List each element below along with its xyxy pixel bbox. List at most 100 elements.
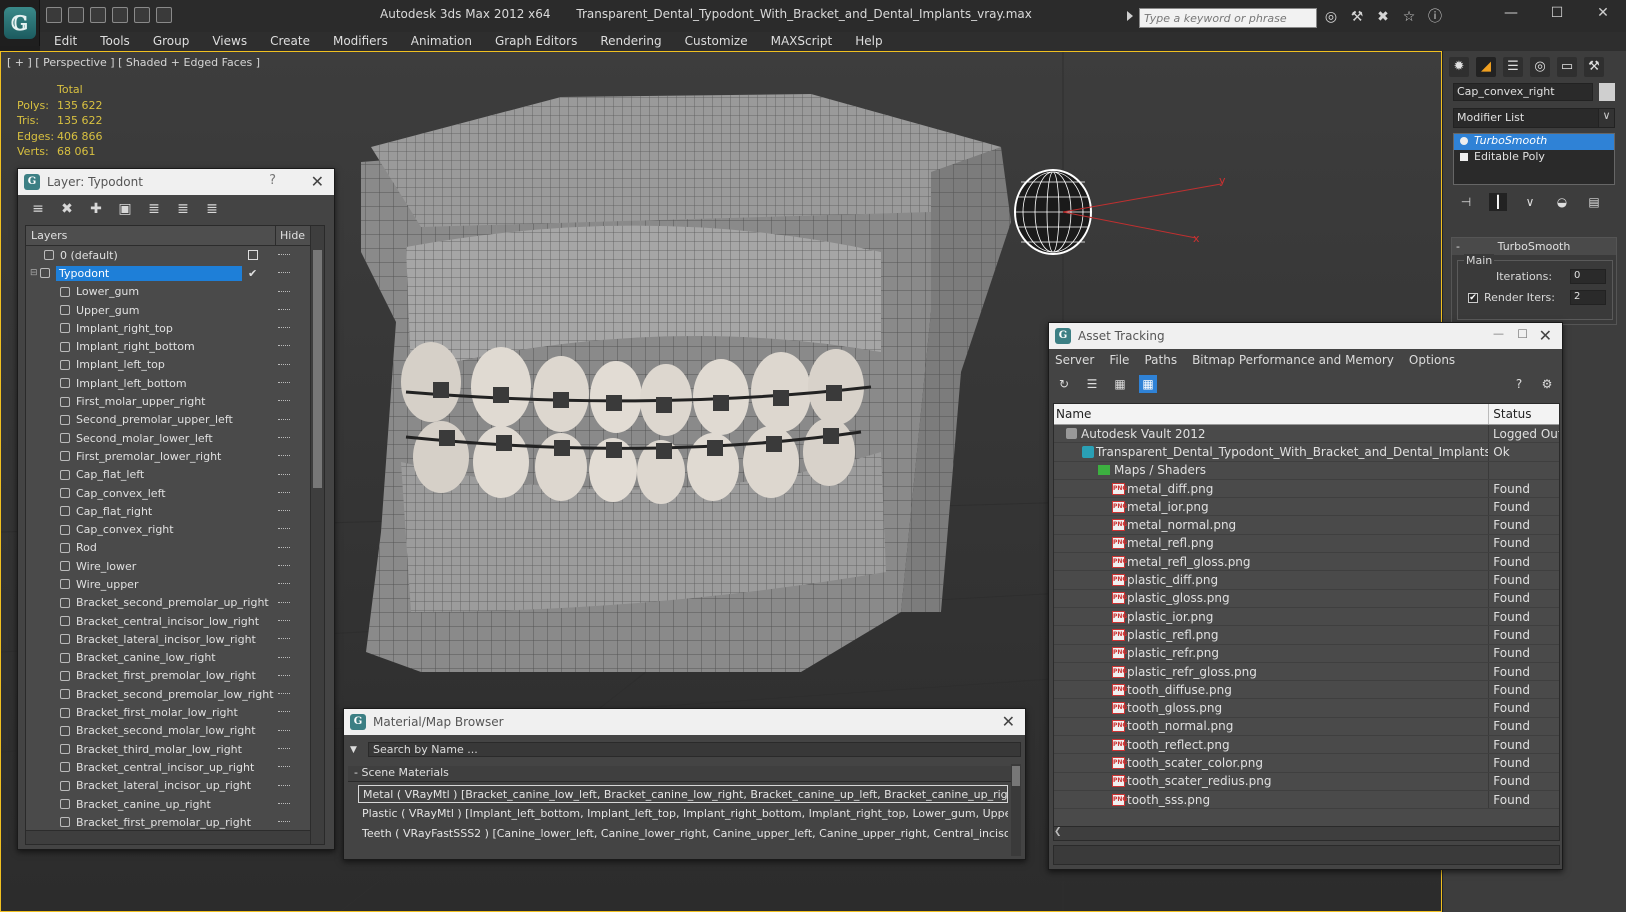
- asset-row[interactable]: PNG plastic_refl.png Found: [1054, 626, 1559, 645]
- menu-views[interactable]: Views: [212, 32, 247, 51]
- menu-customize[interactable]: Customize: [685, 32, 748, 51]
- hide-toggle[interactable]: [278, 766, 290, 768]
- configure-sets-icon[interactable]: ▤: [1585, 193, 1603, 211]
- help-icon[interactable]: ⓘ: [1426, 8, 1444, 26]
- material-item-teeth[interactable]: Teeth ( VRayFastSSS2 ) [Canine_lower_lef…: [358, 825, 1008, 843]
- layer-object-row[interactable]: Cap_flat_left: [26, 466, 324, 484]
- layer-object-row[interactable]: Bracket_first_premolar_low_right: [26, 667, 324, 685]
- subscription-icon[interactable]: ⚒: [1348, 8, 1366, 26]
- material-vscrollbar[interactable]: [1011, 764, 1021, 856]
- menu-help[interactable]: Help: [855, 32, 882, 51]
- favorites-star-icon[interactable]: ☆: [1400, 8, 1418, 26]
- bulb-icon[interactable]: [1460, 137, 1468, 145]
- asset-row[interactable]: PNG metal_normal.png Found: [1054, 516, 1559, 535]
- asset-row[interactable]: PNG plastic_refr_gloss.png Found: [1054, 662, 1559, 682]
- menu-graph-editors[interactable]: Graph Editors: [495, 32, 577, 51]
- object-name-field[interactable]: Cap_convex_right: [1453, 83, 1593, 101]
- layer-object-row[interactable]: Bracket_first_premolar_up_right: [26, 813, 324, 831]
- asset-row[interactable]: PNG tooth_reflect.png Found: [1054, 736, 1559, 755]
- delete-layer-icon[interactable]: ✖: [57, 199, 77, 219]
- asset-row[interactable]: PNG plastic_gloss.png Found: [1054, 589, 1559, 608]
- stack-item-editable-poly[interactable]: Editable Poly: [1454, 150, 1614, 166]
- asset-row[interactable]: PNG tooth_scater_redius.png Found: [1054, 772, 1559, 791]
- undo-icon[interactable]: [112, 7, 128, 23]
- redo-icon[interactable]: [134, 7, 150, 23]
- open-file-icon[interactable]: [68, 7, 84, 23]
- search-input[interactable]: Type a keyword or phrase: [1139, 8, 1317, 28]
- asset-row[interactable]: Maps / Shaders: [1054, 461, 1559, 480]
- modify-tab-icon[interactable]: ◢: [1476, 57, 1496, 77]
- expand-icon[interactable]: [1460, 153, 1468, 161]
- asset-row[interactable]: PNG tooth_normal.png Found: [1054, 717, 1559, 737]
- modifier-list-dropdown[interactable]: Modifier List ∨: [1453, 108, 1615, 128]
- table-view-icon[interactable]: ▦: [1139, 375, 1157, 393]
- menu-maxscript[interactable]: MAXScript: [771, 32, 833, 51]
- hide-toggle[interactable]: [278, 638, 290, 640]
- asset-row[interactable]: PNG metal_refl_gloss.png Found: [1054, 553, 1559, 572]
- highlight-layer-icon[interactable]: ≣: [144, 199, 164, 219]
- chevron-down-icon[interactable]: ▼: [350, 745, 362, 755]
- hide-toggle[interactable]: [278, 327, 290, 329]
- close-button[interactable]: ✕: [1580, 0, 1626, 28]
- hide-toggle[interactable]: [278, 455, 290, 457]
- utilities-tab-icon[interactable]: ⚒: [1584, 57, 1604, 77]
- add-to-layer-icon[interactable]: ✚: [86, 199, 106, 219]
- asset-row[interactable]: Transparent_Dental_Typodont_With_Bracket…: [1054, 443, 1559, 462]
- binoculars-icon[interactable]: ◎: [1322, 8, 1340, 26]
- layer-object-row[interactable]: Bracket_second_molar_low_right: [26, 722, 324, 740]
- layer-object-row[interactable]: Rod: [26, 539, 324, 557]
- hide-toggle[interactable]: [278, 510, 290, 512]
- hide-toggle[interactable]: [278, 619, 290, 622]
- app-menu-button[interactable]: 𝔾: [0, 0, 40, 46]
- layer-object-row[interactable]: Bracket_canine_up_right: [26, 795, 324, 813]
- layer-object-row[interactable]: Lower_gum: [26, 283, 324, 301]
- hide-toggle[interactable]: [278, 473, 290, 476]
- communication-icon[interactable]: ✖: [1374, 8, 1392, 26]
- asset-window-titlebar[interactable]: G Asset Tracking — ☐ ✕: [1049, 323, 1562, 349]
- menu-paths[interactable]: Paths: [1144, 353, 1177, 367]
- column-status[interactable]: Status: [1489, 404, 1559, 424]
- layer-object-row[interactable]: Bracket_lateral_incisor_up_right: [26, 777, 324, 795]
- layer-object-row[interactable]: First_premolar_lower_right: [26, 447, 324, 465]
- hide-toggle[interactable]: [278, 546, 290, 549]
- layer-row-default[interactable]: 0 (default): [26, 246, 324, 264]
- hide-toggle[interactable]: [278, 290, 290, 293]
- close-button[interactable]: ✕: [311, 172, 324, 191]
- menu-server[interactable]: Server: [1055, 353, 1094, 367]
- column-layers[interactable]: Layers: [26, 226, 276, 245]
- hide-toggle[interactable]: [278, 491, 290, 494]
- hide-toggle[interactable]: [278, 418, 290, 421]
- list-view-icon[interactable]: ☰: [1083, 375, 1101, 393]
- hide-toggle[interactable]: [278, 656, 290, 659]
- create-tab-icon[interactable]: ✹: [1449, 57, 1469, 77]
- minimize-button[interactable]: —: [1493, 327, 1504, 340]
- layer-object-row[interactable]: Bracket_first_molar_low_right: [26, 703, 324, 721]
- modifier-stack[interactable]: TurboSmooth Editable Poly: [1453, 133, 1615, 185]
- hide-toggle[interactable]: [278, 436, 290, 439]
- hide-toggle[interactable]: [278, 802, 290, 805]
- layer-object-row[interactable]: Cap_convex_left: [26, 484, 324, 502]
- layer-object-row[interactable]: Bracket_central_incisor_up_right: [26, 758, 324, 776]
- menu-edit[interactable]: Edit: [54, 32, 77, 51]
- hide-toggle[interactable]: [278, 254, 290, 256]
- asset-row[interactable]: PNG plastic_diff.png Found: [1054, 571, 1559, 590]
- current-layer-toggle[interactable]: [248, 250, 258, 260]
- layer-object-row[interactable]: Wire_upper: [26, 575, 324, 593]
- hide-toggle[interactable]: [278, 382, 290, 384]
- asset-row[interactable]: PNG metal_refl.png Found: [1054, 534, 1559, 554]
- column-name[interactable]: Name: [1054, 404, 1490, 424]
- asset-row[interactable]: Autodesk Vault 2012 Logged Out: [1054, 425, 1559, 444]
- scroll-thumb[interactable]: [1012, 766, 1020, 786]
- layer-object-row[interactable]: Implant_right_top: [26, 319, 324, 337]
- layer-row-typodont[interactable]: ⊟ Typodont ✔: [26, 264, 324, 282]
- menu-group[interactable]: Group: [153, 32, 190, 51]
- maximize-button[interactable]: ☐: [1534, 0, 1580, 28]
- layer-object-row[interactable]: Bracket_second_premolar_up_right: [26, 594, 324, 612]
- hide-toggle[interactable]: [278, 711, 290, 713]
- search-input[interactable]: Search by Name ...: [368, 742, 1021, 757]
- stack-item-turbosmooth[interactable]: TurboSmooth: [1454, 134, 1614, 150]
- save-file-icon[interactable]: [90, 7, 106, 23]
- asset-hscrollbar[interactable]: ❮: [1054, 826, 1559, 840]
- minimize-button[interactable]: —: [1488, 0, 1534, 28]
- hide-toggle[interactable]: [278, 748, 290, 750]
